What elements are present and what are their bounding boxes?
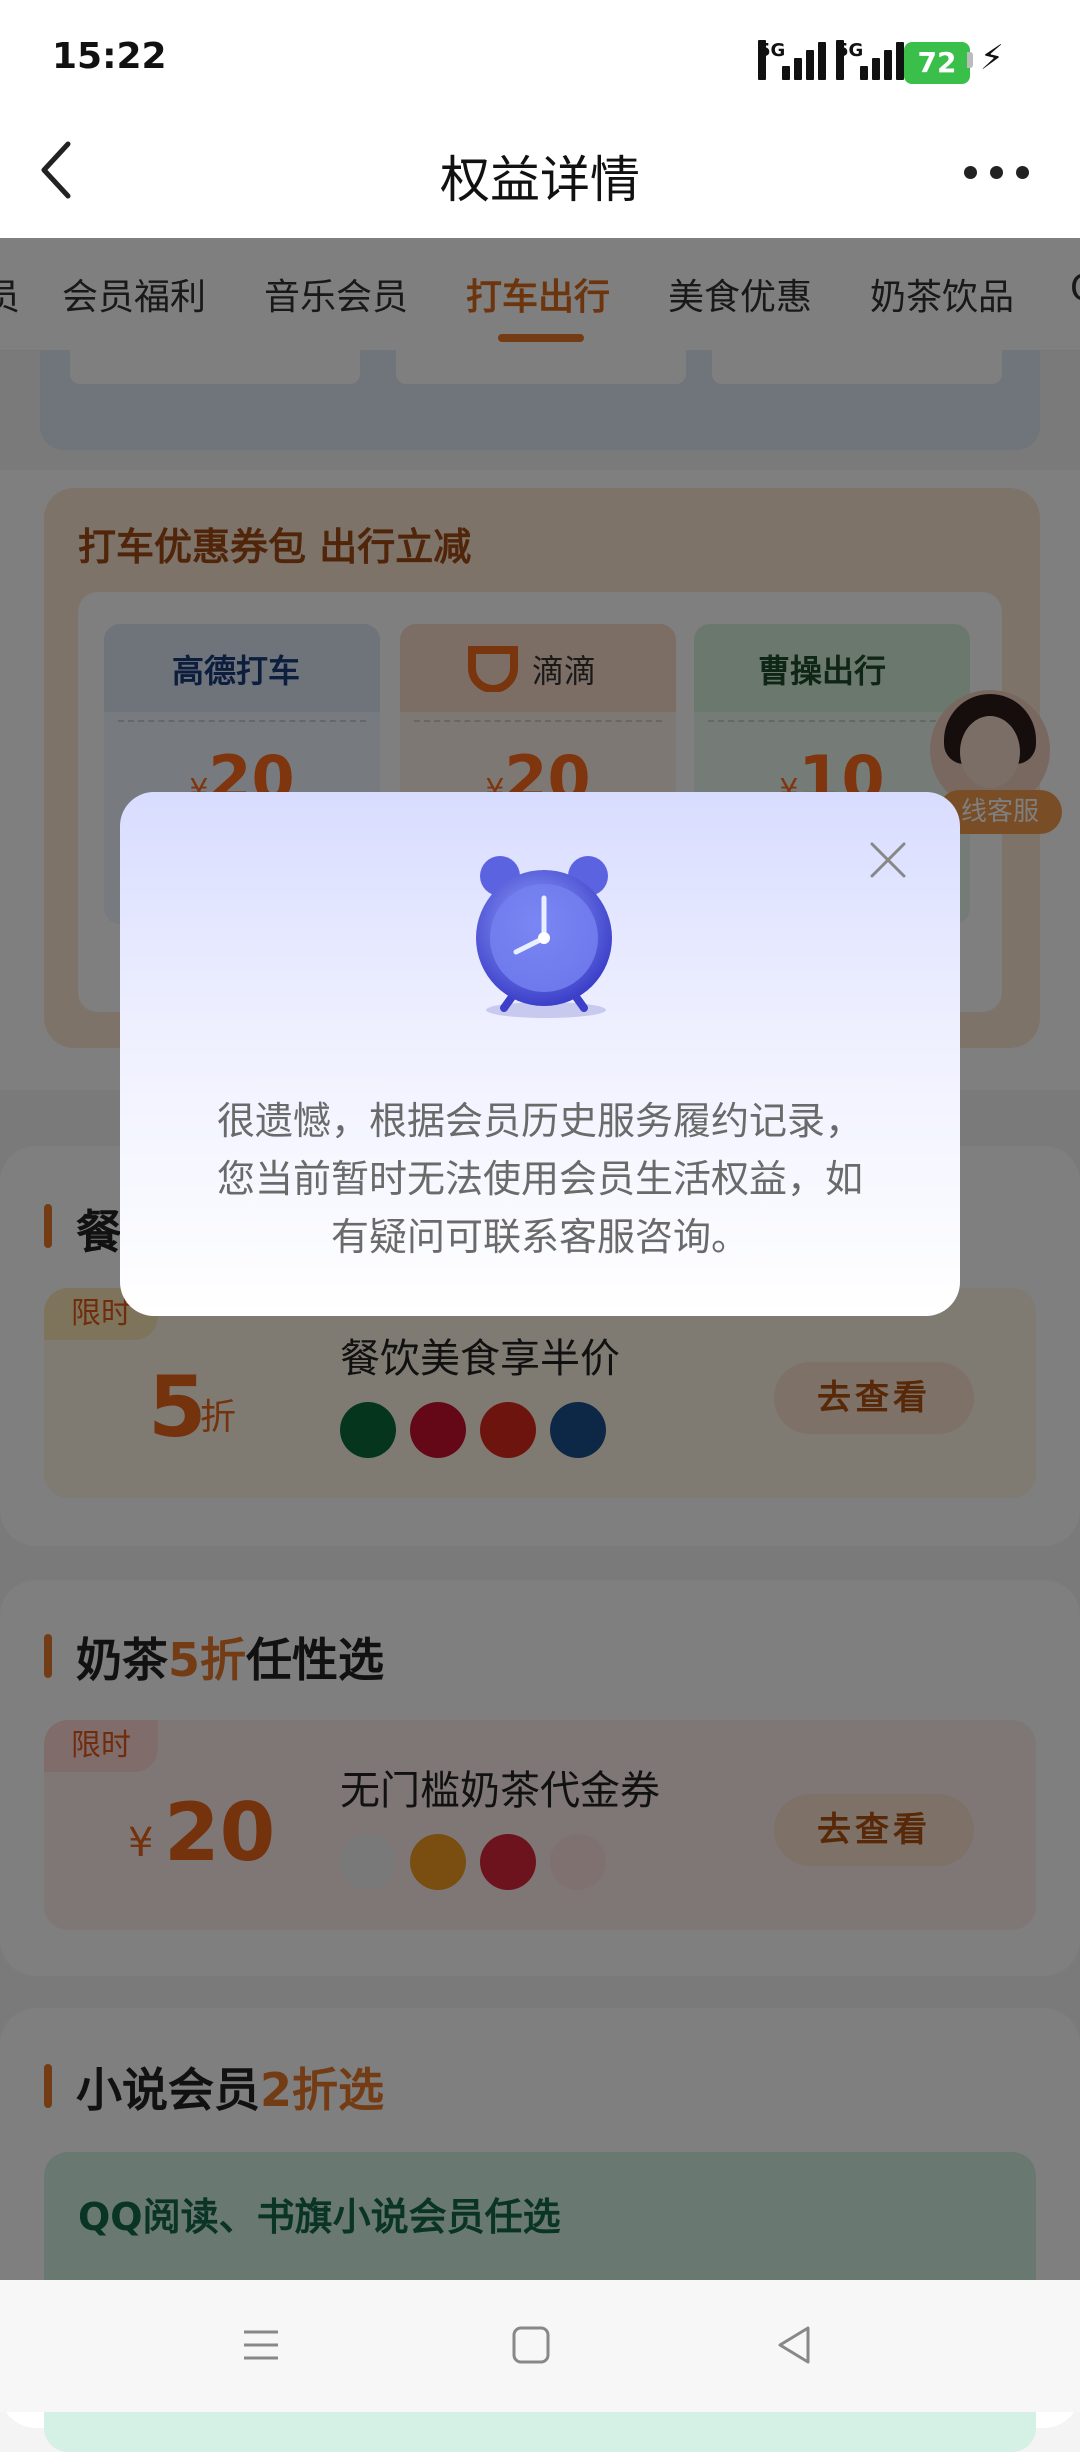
alarm-clock-icon [476,856,612,1018]
back-icon[interactable] [770,2320,820,2370]
home-icon[interactable] [506,2320,556,2370]
signal-icon: 5G [836,40,904,80]
status-bar: 15:22 5G 5G 72 ⚡ [0,0,1080,110]
page-title: 权益详情 [440,151,640,209]
battery-cap [967,52,973,68]
close-icon[interactable] [860,832,916,888]
system-nav-bar [0,2280,1080,2412]
more-options-icon[interactable] [962,162,1032,182]
status-time: 15:22 [52,36,167,77]
battery-icon: 72 [904,42,970,84]
signal-icon: 5G [758,40,826,80]
battery-level: 72 [917,46,957,79]
app-header: 权益详情 [0,110,1080,238]
notice-message: 很遗憾，根据会员历史服务履约记录， 您当前暂时无法使用会员生活权益，如 有疑问可… [216,1099,863,1259]
charging-icon: ⚡ [980,38,1004,78]
menu-icon[interactable] [236,2320,286,2370]
